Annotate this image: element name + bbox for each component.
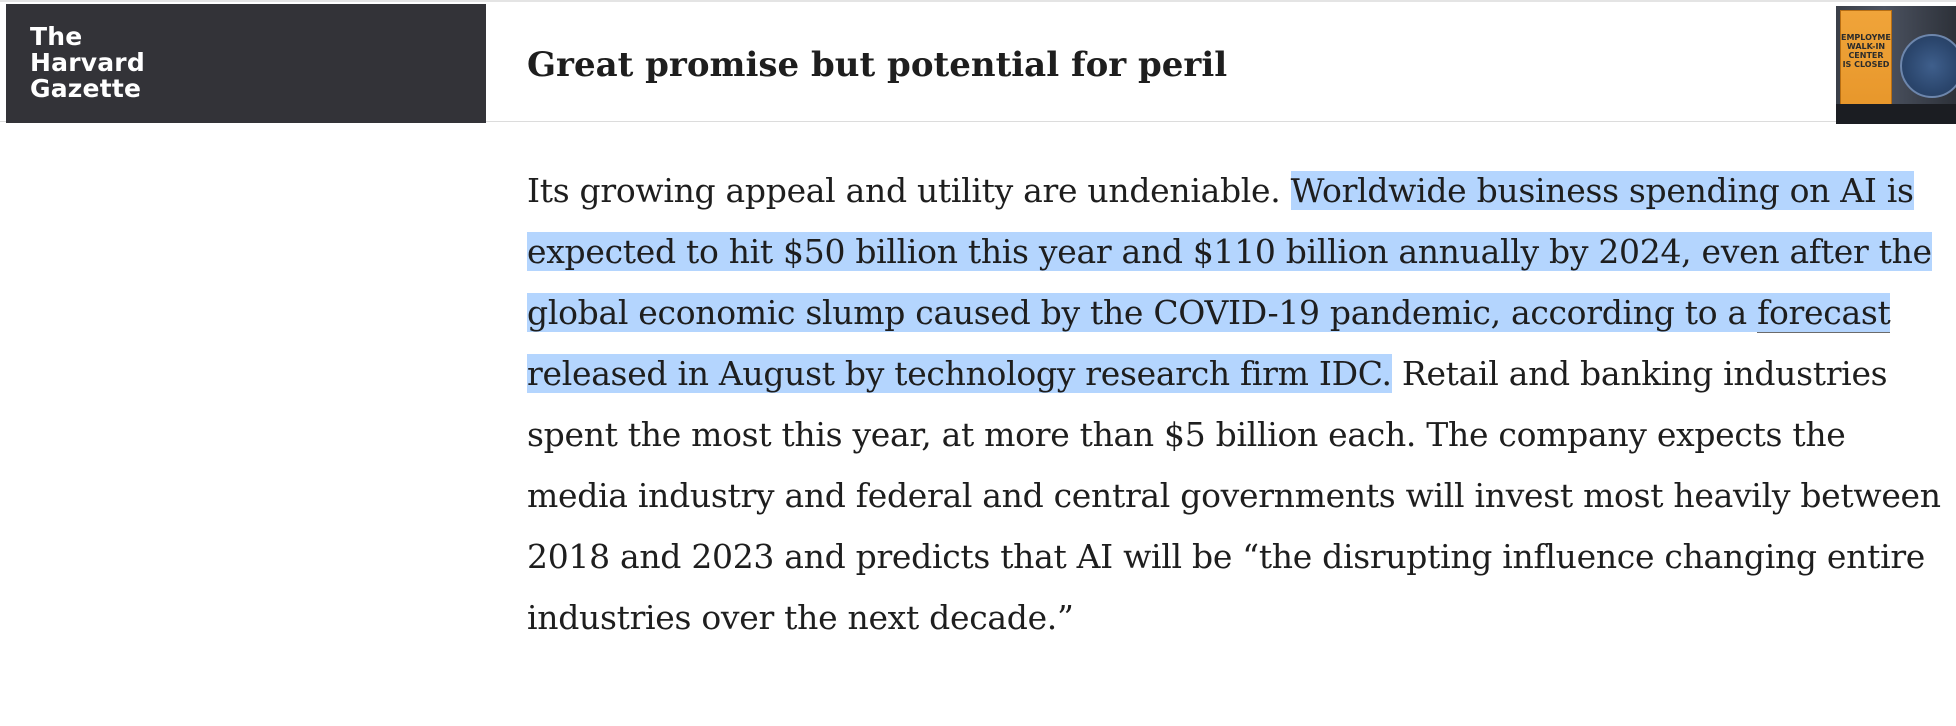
paragraph-intro: Its growing appeal and utility are unden…: [527, 171, 1281, 210]
harvard-gazette-logo[interactable]: The Harvard Gazette: [6, 4, 486, 123]
related-article-thumbnail[interactable]: EMPLOYMENT WALK-IN CENTER IS CLOSED: [1836, 6, 1956, 124]
logo-line-harvard: Harvard: [30, 48, 145, 77]
thumbnail-shadow: [1836, 104, 1956, 124]
state-seal-image: [1900, 34, 1956, 98]
site-header: The Harvard Gazette Great promise but po…: [0, 0, 1956, 124]
article-paragraph: Its growing appeal and utility are unden…: [527, 160, 1947, 648]
forecast-link[interactable]: forecast: [1757, 293, 1891, 333]
logo-line-the: The: [30, 22, 83, 51]
logo-wordmark: The Harvard Gazette: [30, 24, 145, 102]
paragraph-rest: Retail and banking industries spent the …: [527, 354, 1941, 637]
thumbnail-sign-image: EMPLOYMENT WALK-IN CENTER IS CLOSED: [1840, 10, 1892, 114]
article-headline: Great promise but potential for peril: [527, 45, 1228, 85]
logo-line-gazette: Gazette: [30, 74, 142, 103]
article-body: Its growing appeal and utility are unden…: [527, 160, 1947, 648]
